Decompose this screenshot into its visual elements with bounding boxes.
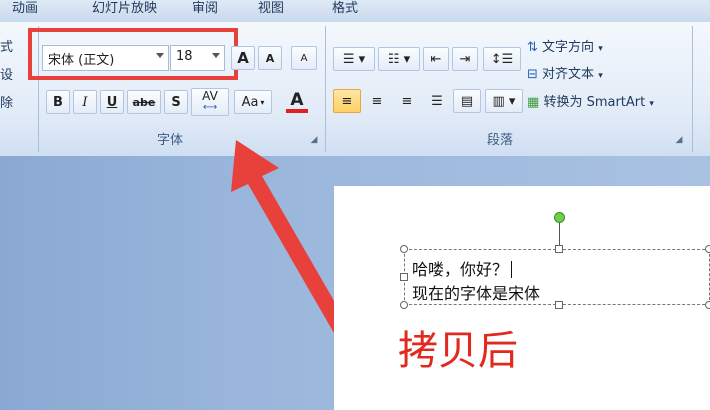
resize-handle[interactable] (705, 301, 710, 309)
text-caret (511, 261, 513, 278)
resize-handle[interactable] (705, 245, 710, 253)
rotate-handle[interactable] (554, 212, 565, 223)
watermark-logo: Bai du (643, 388, 704, 408)
resize-handle[interactable] (400, 245, 408, 253)
resize-handle[interactable] (400, 273, 408, 281)
slide-text-line-2[interactable]: 现在的字体是宋体 (412, 280, 540, 304)
resize-handle[interactable] (400, 301, 408, 309)
slide-text-line-1-value: 哈喽，你好？ (412, 260, 509, 279)
slide-text-line-1[interactable]: 哈喽，你好？ (412, 256, 513, 280)
resize-handle[interactable] (555, 245, 563, 253)
rotation-line (559, 223, 560, 246)
resize-handle[interactable] (555, 301, 563, 309)
annotation-label: 拷贝后 (398, 328, 518, 374)
